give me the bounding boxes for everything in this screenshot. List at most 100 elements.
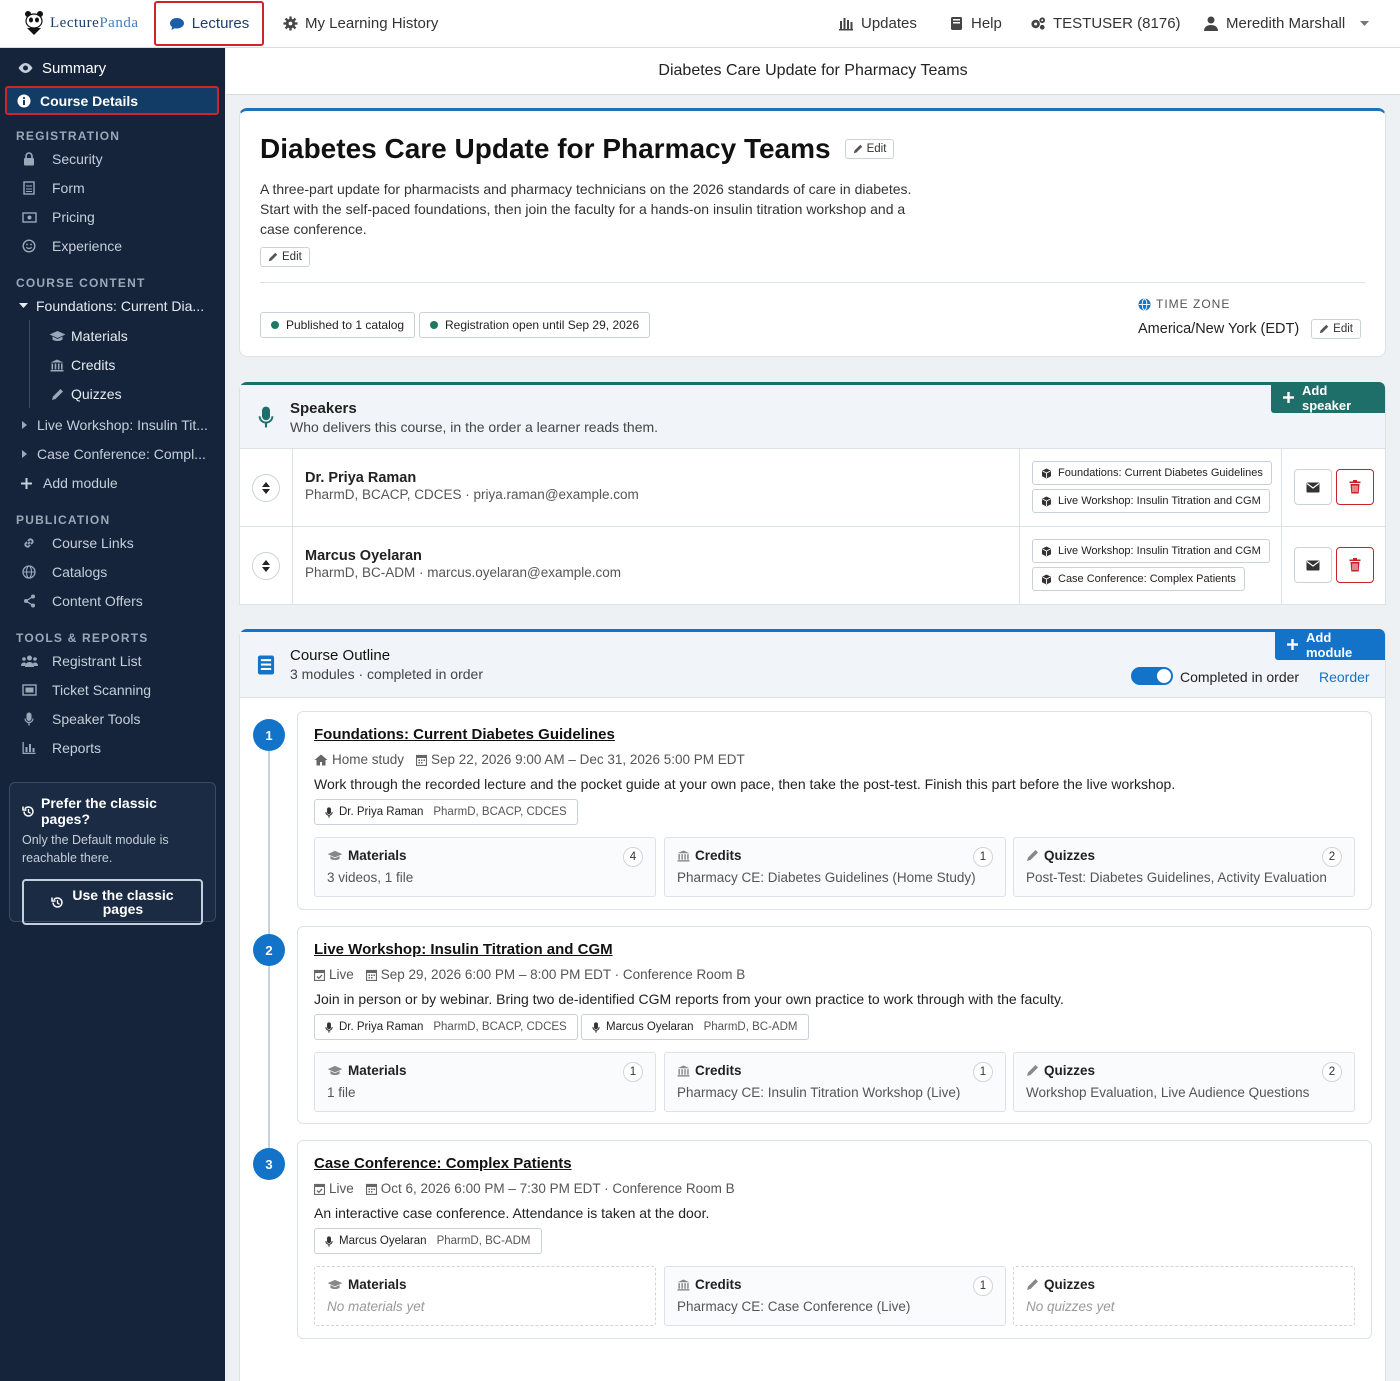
sidebar-item-materials[interactable]: Materials [0, 322, 225, 350]
speaker-module-tag[interactable]: Foundations: Current Diabetes Guidelines [1032, 461, 1272, 485]
nav-account[interactable]: TESTUSER (8176) [1030, 0, 1181, 47]
sidebar-item-course-links[interactable]: Course Links [0, 529, 225, 557]
sidebar-item-experience[interactable]: Experience [0, 232, 225, 260]
microphone-icon [592, 1021, 600, 1033]
sidebar-item-ticket-scanning[interactable]: Ticket Scanning [0, 676, 225, 704]
edit-time-zone-button[interactable]: Edit [1311, 319, 1361, 339]
speaker-module-tag[interactable]: Live Workshop: Insulin Titration and CGM [1032, 489, 1270, 513]
module-title-link[interactable]: Foundations: Current Diabetes Guidelines [314, 726, 615, 743]
materials-label: Materials [348, 848, 407, 863]
module-credits-card[interactable]: Credits 1 Pharmacy CE: Insulin Titration… [664, 1052, 1006, 1112]
module-title-link[interactable]: Case Conference: Complex Patients [314, 1155, 572, 1172]
module-speaker-chip[interactable]: Marcus Oyelaran PharmD, BC-ADM [581, 1014, 809, 1040]
sidebar-item-catalogs[interactable]: Catalogs [0, 558, 225, 586]
module-materials-card[interactable]: Materials 1 1 file [314, 1052, 656, 1112]
sidebar-item-reports[interactable]: Reports [0, 734, 225, 762]
materials-summary: No materials yet [327, 1299, 425, 1314]
speaker-meta: PharmD, BC-ADM · marcus.oyelaran@example… [305, 565, 622, 580]
published-status-badge[interactable]: Published to 1 catalog [260, 312, 416, 338]
module-type: Live [329, 967, 354, 982]
sidebar-module-2-label: Live Workshop: Insulin Tit... [37, 417, 208, 433]
speaker-module-tag[interactable]: Case Conference: Complex Patients [1032, 567, 1245, 591]
sidebar-item-content-offers[interactable]: Content Offers [0, 587, 225, 615]
quizzes-label: Quizzes [1044, 1063, 1096, 1078]
nav-help[interactable]: Help [948, 0, 1002, 47]
credits-label: Credits [695, 1277, 742, 1292]
quizzes-count: 2 [1322, 847, 1342, 867]
sidebar-item-summary[interactable]: Summary [0, 54, 225, 82]
speaker-module-tag[interactable]: Live Workshop: Insulin Titration and CGM [1032, 539, 1270, 563]
reorder-speaker-handle[interactable] [252, 552, 280, 580]
logo[interactable]: LecturePanda [24, 10, 138, 36]
user-menu[interactable]: Meredith Marshall [1203, 0, 1372, 47]
nav-learning-history[interactable]: My Learning History [282, 0, 438, 47]
delete-speaker-button[interactable] [1336, 469, 1374, 505]
course-title-row: Diabetes Care Update for Pharmacy Teams … [260, 133, 895, 165]
sidebar-item-course-details[interactable]: Course Details [5, 86, 219, 115]
nav-learning-history-label: My Learning History [305, 15, 439, 32]
module-credits-card[interactable]: Credits 1 Pharmacy CE: Diabetes Guidelin… [664, 837, 1006, 897]
module-card: Live Workshop: Insulin Titration and CGM… [297, 926, 1372, 1124]
speaker-module-tag-label: Live Workshop: Insulin Titration and CGM [1058, 495, 1261, 507]
user-icon [1203, 16, 1219, 32]
reorder-speaker-handle[interactable] [252, 474, 280, 502]
sidebar-item-quizzes[interactable]: Quizzes [0, 380, 225, 408]
module-meta: Live Sep 29, 2026 6:00 PM – 8:00 PM EDT … [314, 967, 745, 982]
sidebar-item-security[interactable]: Security [0, 145, 225, 173]
envelope-icon [1306, 560, 1320, 571]
speakers-subtitle: Who delivers this course, in the order a… [290, 419, 659, 435]
edit-title-button[interactable]: Edit [844, 139, 895, 159]
add-module-label: Add module [1306, 629, 1353, 660]
cube-icon [1041, 574, 1052, 585]
calendar-icon [365, 969, 377, 981]
edit-description-button[interactable]: Edit [260, 247, 310, 267]
nav-updates[interactable]: Updates [838, 0, 917, 47]
add-module-button[interactable]: Add module [1275, 629, 1385, 660]
module-quizzes-card[interactable]: Quizzes 2 Post-Test: Diabetes Guidelines… [1013, 837, 1355, 897]
sidebar-reports-label: Reports [52, 740, 102, 756]
module-quizzes-card[interactable]: Quizzes 2 Workshop Evaluation, Live Audi… [1013, 1052, 1355, 1112]
sidebar-item-form[interactable]: Form [0, 174, 225, 202]
registration-status-badge[interactable]: Registration open until Sep 29, 2026 [419, 312, 651, 338]
quizzes-summary: Workshop Evaluation, Live Audience Quest… [1026, 1085, 1310, 1100]
sidebar-item-module-1[interactable]: Foundations: Current Dia... [0, 292, 225, 320]
book-icon [948, 16, 964, 32]
module-title-link[interactable]: Live Workshop: Insulin Titration and CGM [314, 941, 613, 958]
module-speaker-chip[interactable]: Marcus Oyelaran PharmD, BC-ADM [314, 1228, 542, 1254]
module-type: Live [329, 1181, 354, 1196]
divider [292, 449, 293, 527]
use-classic-pages-button[interactable]: Use the classic pages [22, 879, 203, 925]
sidebar-item-module-2[interactable]: Live Workshop: Insulin Tit... [0, 411, 225, 439]
nav-lectures[interactable]: Lectures [154, 1, 264, 46]
speaker-name: Marcus Oyelaran [305, 548, 422, 564]
module-credits-card[interactable]: Credits 1 Pharmacy CE: Case Conference (… [664, 1266, 1006, 1326]
module-speaker-chip[interactable]: Dr. Priya Raman PharmD, BCACP, CDCES [314, 799, 578, 825]
module-quizzes-card[interactable]: Quizzes No quizzes yet [1013, 1266, 1355, 1326]
sidebar-add-module[interactable]: Add module [0, 469, 225, 497]
time-zone-label: TIME ZONE [1156, 297, 1231, 311]
credits-heading: Credits [677, 1277, 742, 1292]
trash-icon [1349, 558, 1361, 572]
sidebar-item-speaker-tools[interactable]: Speaker Tools [0, 705, 225, 733]
sidebar: Summary Course Details REGISTRATION Secu… [0, 48, 225, 1381]
email-speaker-button[interactable] [1294, 469, 1332, 505]
sort-icon [262, 482, 270, 494]
module-materials-card[interactable]: Materials 4 3 videos, 1 file [314, 837, 656, 897]
time-zone-row: America/New York (EDT) Edit [1138, 319, 1361, 339]
sidebar-heading-publication: PUBLICATION [16, 513, 111, 527]
completed-in-order-toggle[interactable] [1131, 667, 1173, 685]
module-materials-card[interactable]: Materials No materials yet [314, 1266, 656, 1326]
email-speaker-button[interactable] [1294, 547, 1332, 583]
sidebar-item-module-3[interactable]: Case Conference: Compl... [0, 440, 225, 468]
module-meta: Live Oct 6, 2026 6:00 PM – 7:30 PM EDT ·… [314, 1181, 735, 1196]
reorder-link[interactable]: Reorder [1319, 669, 1370, 685]
add-speaker-button[interactable]: Add speaker [1271, 382, 1385, 413]
sidebar-item-registrant-list[interactable]: Registrant List [0, 647, 225, 675]
sidebar-item-credits[interactable]: Credits [0, 351, 225, 379]
use-classic-pages-label: Use the classic pages [72, 887, 174, 917]
module-schedule: Sep 29, 2026 6:00 PM – 8:00 PM EDT · Con… [380, 967, 746, 982]
sidebar-item-pricing[interactable]: Pricing [0, 203, 225, 231]
graduation-cap-icon [48, 327, 66, 345]
module-speaker-chip[interactable]: Dr. Priya Raman PharmD, BCACP, CDCES [314, 1014, 578, 1040]
delete-speaker-button[interactable] [1336, 547, 1374, 583]
